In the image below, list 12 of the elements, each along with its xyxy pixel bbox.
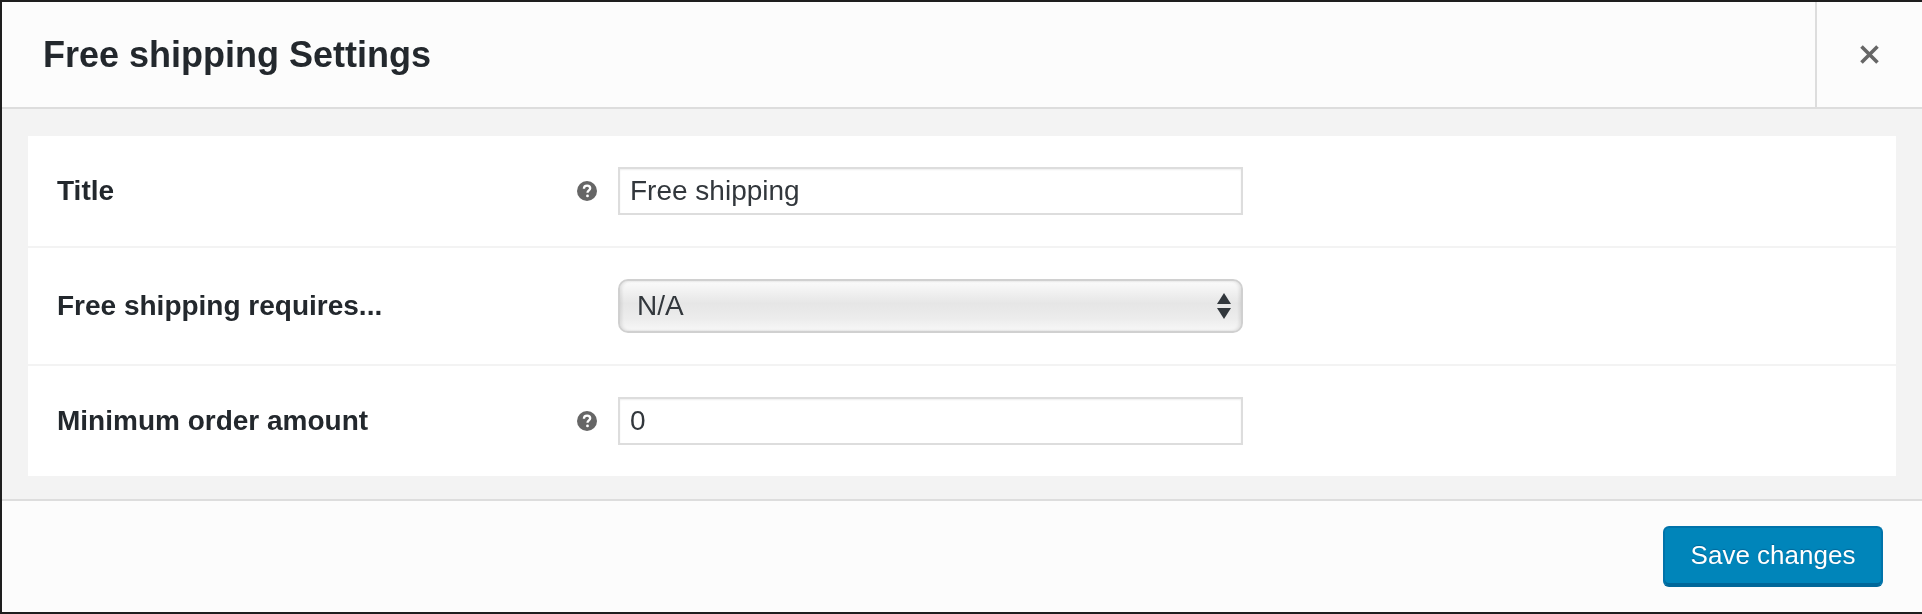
- close-icon: [1859, 44, 1880, 65]
- help-icon[interactable]: [577, 181, 597, 201]
- save-changes-button[interactable]: Save changes: [1663, 526, 1883, 587]
- help-icon[interactable]: [577, 411, 597, 431]
- text-field[interactable]: Free shipping: [618, 167, 1243, 215]
- up-down-arrows-icon: [1217, 293, 1231, 319]
- field-label: Free shipping requires...: [57, 290, 383, 322]
- select-dropdown[interactable]: N/A: [618, 279, 1243, 333]
- field-label: Title: [57, 175, 115, 207]
- modal-title: Free shipping Settings: [43, 33, 432, 76]
- field-label: Minimum order amount: [57, 405, 369, 437]
- text-field[interactable]: 0: [618, 397, 1243, 445]
